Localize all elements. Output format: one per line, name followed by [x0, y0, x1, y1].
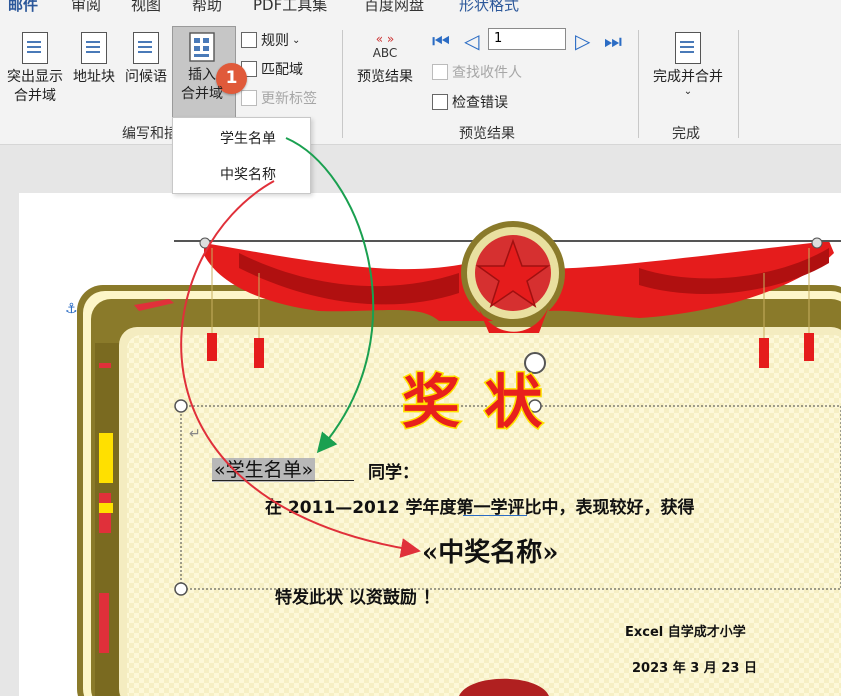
ribbon-separator: [342, 30, 343, 138]
record-number-input[interactable]: 1: [488, 28, 566, 50]
rules-icon: [241, 32, 257, 48]
rules-button[interactable]: 规则 ⌄: [241, 30, 300, 50]
next-record-icon[interactable]: ▷: [575, 30, 590, 52]
check-errors-label: 检查错误: [452, 95, 508, 111]
first-record-icon[interactable]: ⏮: [432, 30, 450, 52]
svg-text:⚓: ⚓: [65, 301, 78, 317]
chevron-down-icon: ⌄: [683, 86, 693, 97]
merge-field-dropdown: 学生名单 中奖名称: [172, 117, 311, 194]
update-labels-icon: [241, 90, 257, 106]
group-preview-label: 预览结果: [459, 126, 515, 142]
rules-label: 规则: [261, 33, 289, 49]
preview-results-button[interactable]: « » ABC 预览结果: [352, 32, 418, 87]
match-fields-button[interactable]: 匹配域: [241, 59, 303, 79]
certificate-date: 2023 年 3 月 23 日: [632, 661, 757, 676]
group-finish-label: 完成: [672, 126, 700, 142]
insert-field-label-2: 合并域: [181, 86, 223, 102]
update-labels-button[interactable]: 更新标签: [241, 88, 317, 108]
merge-field-award-name[interactable]: «中奖名称»: [422, 532, 559, 569]
ribbon-separator: [638, 30, 639, 138]
greeting-line-icon: [133, 32, 159, 64]
insert-field-label-1: 插入: [188, 67, 216, 83]
tab-view[interactable]: 视图: [131, 0, 161, 15]
last-record-icon[interactable]: ⏭: [604, 30, 622, 52]
merge-field-student-list[interactable]: «学生名单»: [212, 455, 316, 482]
previous-record-icon[interactable]: ◁: [464, 30, 479, 52]
preview-results-label: 预览结果: [357, 69, 413, 85]
certificate-title: 奖 状: [400, 367, 545, 438]
highlight-document-icon: [22, 32, 48, 64]
chevron-down-icon: ⌄: [292, 34, 301, 46]
tab-shape-format[interactable]: 形状格式: [459, 0, 519, 15]
student-underline: [212, 480, 354, 481]
insert-merge-field-content: 插入 合并域: [172, 32, 232, 104]
finish-merge-icon: [675, 32, 701, 64]
finish-merge-button[interactable]: 完成并合并 ⌄: [648, 32, 728, 97]
greeting-line-label: 问候语: [125, 69, 167, 85]
find-recipient-icon: [432, 64, 448, 80]
insert-field-icon: [189, 32, 215, 62]
classmate-label: 同学：: [368, 463, 419, 483]
group-write-insert-label: 编写和插: [122, 126, 178, 142]
dropdown-item-award-name[interactable]: 中奖名称: [220, 164, 276, 184]
document-page: ⚓ ↵ 奖 状 «学生名单» 同学： 在 2011—2012 学年度第一学评比中…: [19, 193, 841, 696]
finish-merge-label: 完成并合并: [653, 69, 723, 85]
grammar-underline: [463, 515, 527, 516]
check-errors-button[interactable]: 检查错误: [432, 92, 508, 112]
address-block-icon: [81, 32, 107, 64]
tab-review[interactable]: 审阅: [71, 0, 101, 15]
find-recipient-label: 查找收件人: [452, 65, 522, 81]
greeting-line-button[interactable]: 问候语: [122, 32, 170, 87]
dropdown-item-student-list[interactable]: 学生名单: [220, 128, 276, 148]
ribbon: 突出显示 合并域 地址块 问候语 插入 合并域 规则 ⌄ 匹配域 更新标签 编写和…: [0, 22, 841, 145]
find-recipient-button[interactable]: 查找收件人: [432, 62, 522, 82]
school-name: Excel 自学成才小学: [625, 625, 746, 640]
ribbon-tabs: 邮件 审阅 视图 帮助 PDF工具集 百度网盘 形状格式: [0, 0, 841, 22]
tab-baidu-netdisk[interactable]: 百度网盘: [364, 0, 424, 15]
tab-pdf-tools[interactable]: PDF工具集: [253, 0, 327, 15]
address-block-button[interactable]: 地址块: [69, 32, 119, 87]
check-errors-icon: [432, 94, 448, 110]
update-labels-label: 更新标签: [261, 91, 317, 107]
match-fields-label: 匹配域: [261, 62, 303, 78]
highlight-merge-fields-button[interactable]: 突出显示 合并域: [4, 32, 66, 106]
abc-preview-icon: « » ABC: [372, 32, 398, 60]
tab-mailings[interactable]: 邮件: [8, 0, 38, 15]
ribbon-separator: [738, 30, 739, 138]
tab-help[interactable]: 帮助: [192, 0, 222, 15]
svg-text:↵: ↵: [189, 426, 201, 442]
special-text: 特发此状 以资鼓励 ！: [275, 588, 440, 608]
address-block-label: 地址块: [73, 69, 115, 85]
highlight-merge-fields-label: 突出显示 合并域: [7, 69, 63, 104]
